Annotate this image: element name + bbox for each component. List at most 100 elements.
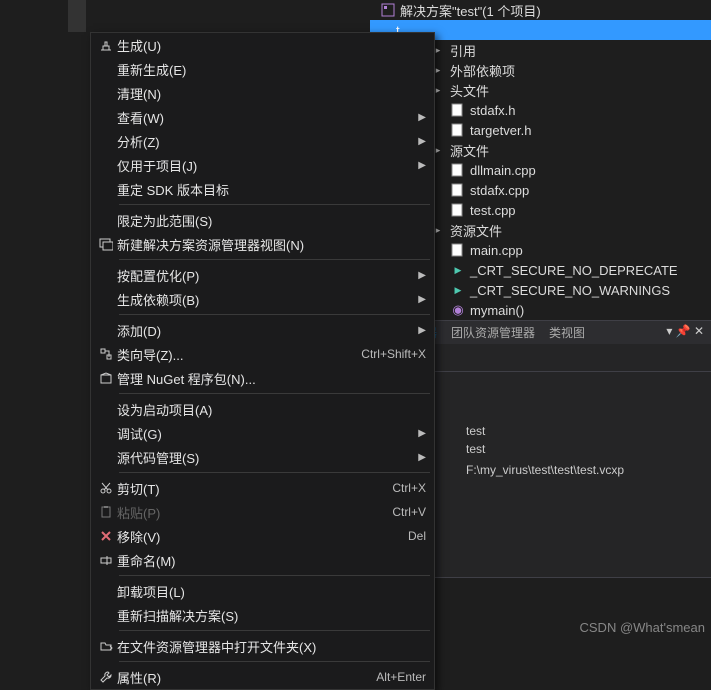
menu-item-label: 调试(G) — [117, 424, 408, 443]
submenu-arrow-icon: ▶ — [408, 325, 426, 336]
nuget-icon — [95, 369, 117, 387]
menu-shortcut: Alt+Enter — [366, 670, 426, 684]
blank-icon — [95, 400, 117, 418]
menu-item[interactable]: 重命名(M) — [91, 548, 434, 572]
menu-item: 粘贴(P)Ctrl+V — [91, 500, 434, 524]
blank-icon — [95, 60, 117, 78]
prop-value[interactable] — [460, 479, 711, 500]
blank-icon — [95, 321, 117, 339]
tab-classview[interactable]: 类视图 — [542, 321, 592, 344]
solution-icon — [380, 2, 396, 18]
menu-separator — [119, 204, 430, 205]
submenu-arrow-icon: ▶ — [408, 160, 426, 171]
menu-item[interactable]: 在文件资源管理器中打开文件夹(X) — [91, 634, 434, 658]
menu-item[interactable]: 重新扫描解决方案(S) — [91, 603, 434, 627]
menu-item-label: 按配置优化(P) — [117, 266, 408, 285]
tree-node-label: stdafx.h — [470, 103, 516, 118]
tree-node-label: 外部依赖项 — [450, 61, 515, 80]
cpp-icon — [450, 202, 466, 218]
blank-icon — [95, 424, 117, 442]
menu-separator — [119, 314, 430, 315]
tree-node-label: mymain() — [470, 303, 524, 318]
tree-node-label: test.cpp — [470, 203, 516, 218]
tree-node-label: 资源文件 — [450, 221, 502, 240]
tree-node-label: _CRT_SECURE_NO_WARNINGS — [470, 283, 670, 298]
tree-node-label: 引用 — [450, 41, 476, 60]
menu-item[interactable]: 重新生成(E) — [91, 57, 434, 81]
solution-title: 解决方案"test"(1 个项目) — [400, 1, 541, 20]
menu-item[interactable]: 剪切(T)Ctrl+X — [91, 476, 434, 500]
tab-team[interactable]: 团队资源管理器 — [444, 321, 542, 344]
editor-gutter — [68, 0, 86, 32]
menu-item[interactable]: 生成(U) — [91, 33, 434, 57]
menu-item-label: 在文件资源管理器中打开文件夹(X) — [117, 637, 426, 656]
menu-item[interactable]: 按配置优化(P)▶ — [91, 263, 434, 287]
menu-item[interactable]: 限定为此范围(S) — [91, 208, 434, 232]
classwiz-icon — [95, 345, 117, 363]
tree-node-label: 源文件 — [450, 141, 489, 160]
menu-item[interactable]: 卸载项目(L) — [91, 579, 434, 603]
menu-item-label: 生成(U) — [117, 36, 426, 55]
prop-value[interactable]: test — [460, 422, 711, 440]
paste-icon — [95, 503, 117, 521]
menu-item-label: 源代码管理(S) — [117, 448, 408, 467]
menu-separator — [119, 575, 430, 576]
tree-node-label: 头文件 — [450, 81, 489, 100]
menu-separator — [119, 630, 430, 631]
submenu-arrow-icon: ▶ — [408, 136, 426, 147]
prop-value[interactable]: F:\my_virus\test\test\test.vcxp — [460, 461, 711, 479]
prop-value[interactable]: test — [460, 440, 711, 461]
menu-item[interactable]: 生成依赖项(B)▶ — [91, 287, 434, 311]
panel-tools[interactable]: ▾ 📌 ✕ — [659, 321, 711, 344]
project-context-menu: 生成(U)重新生成(E)清理(N)查看(W)▶分析(Z)▶仅用于项目(J)▶重定… — [90, 32, 435, 690]
blank-icon — [95, 211, 117, 229]
menu-item[interactable]: 类向导(Z)...Ctrl+Shift+X — [91, 342, 434, 366]
solution-root[interactable]: 解决方案"test"(1 个项目) — [370, 0, 711, 20]
menu-item[interactable]: 新建解决方案资源管理器视图(N) — [91, 232, 434, 256]
menu-separator — [119, 661, 430, 662]
menu-shortcut: Ctrl+X — [382, 481, 426, 495]
wrench-icon — [95, 668, 117, 686]
menu-item-label: 卸载项目(L) — [117, 582, 426, 601]
sym-icon: ▶ — [450, 262, 466, 278]
menu-item-label: 移除(V) — [117, 527, 398, 546]
menu-shortcut: Del — [398, 529, 426, 543]
menu-item[interactable]: 管理 NuGet 程序包(N)... — [91, 366, 434, 390]
menu-item-label: 查看(W) — [117, 108, 408, 127]
menu-item-label: 剪切(T) — [117, 479, 382, 498]
menu-item-label: 限定为此范围(S) — [117, 211, 426, 230]
menu-item[interactable]: 重定 SDK 版本目标 — [91, 177, 434, 201]
menu-item[interactable]: 调试(G)▶ — [91, 421, 434, 445]
blank-icon — [95, 266, 117, 284]
cpp-icon — [450, 182, 466, 198]
menu-item[interactable]: 清理(N) — [91, 81, 434, 105]
blank-icon — [95, 606, 117, 624]
menu-item[interactable]: 仅用于项目(J)▶ — [91, 153, 434, 177]
remove-icon — [95, 527, 117, 545]
menu-shortcut: Ctrl+V — [382, 505, 426, 519]
blank-icon — [95, 84, 117, 102]
cpp-icon — [450, 242, 466, 258]
menu-item-label: 属性(R) — [117, 668, 366, 687]
newview-icon — [95, 235, 117, 253]
menu-item[interactable]: 设为启动项目(A) — [91, 397, 434, 421]
h-icon — [450, 122, 466, 138]
menu-separator — [119, 259, 430, 260]
blank-icon — [95, 582, 117, 600]
sym-icon: ▶ — [450, 282, 466, 298]
menu-item[interactable]: 添加(D)▶ — [91, 318, 434, 342]
menu-item[interactable]: 移除(V)Del — [91, 524, 434, 548]
menu-item[interactable]: 源代码管理(S)▶ — [91, 445, 434, 469]
submenu-arrow-icon: ▶ — [408, 112, 426, 123]
menu-item-label: 粘贴(P) — [117, 503, 382, 522]
blank-icon — [95, 132, 117, 150]
submenu-arrow-icon: ▶ — [408, 270, 426, 281]
menu-item[interactable]: 分析(Z)▶ — [91, 129, 434, 153]
menu-item[interactable]: 查看(W)▶ — [91, 105, 434, 129]
menu-item-label: 管理 NuGet 程序包(N)... — [117, 369, 426, 388]
blank-icon — [95, 156, 117, 174]
menu-item-label: 设为启动项目(A) — [117, 400, 426, 419]
menu-item[interactable]: 属性(R)Alt+Enter — [91, 665, 434, 689]
cpp-icon — [450, 162, 466, 178]
menu-item-label: 新建解决方案资源管理器视图(N) — [117, 235, 426, 254]
